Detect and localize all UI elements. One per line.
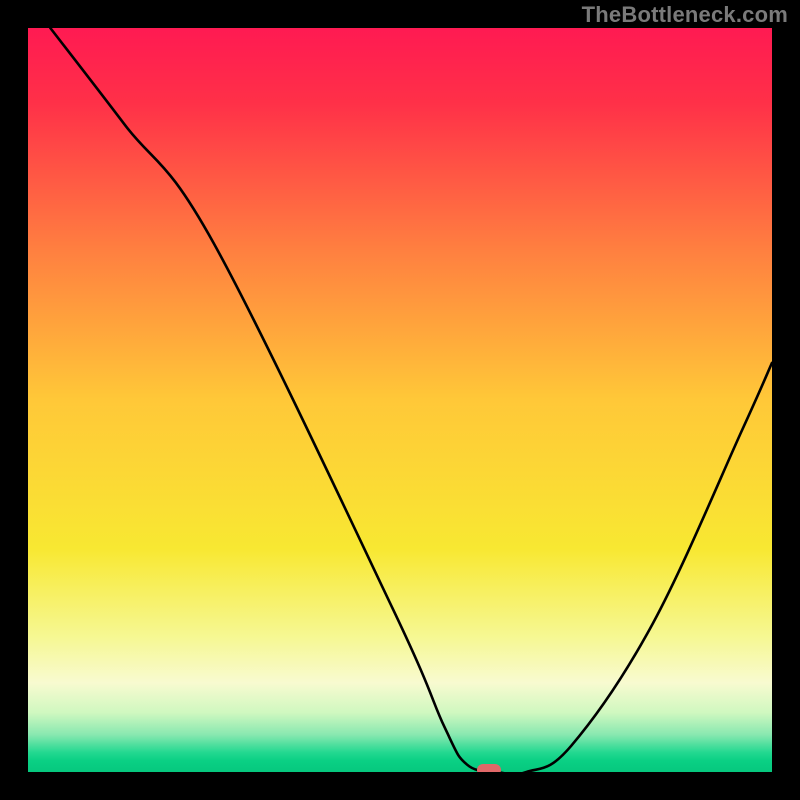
curve-layer bbox=[28, 28, 772, 772]
chart-frame: TheBottleneck.com bbox=[0, 0, 800, 800]
watermark-text: TheBottleneck.com bbox=[582, 2, 788, 28]
plot-area bbox=[28, 28, 772, 772]
bottleneck-curve bbox=[50, 28, 772, 772]
optimal-marker bbox=[477, 764, 501, 772]
